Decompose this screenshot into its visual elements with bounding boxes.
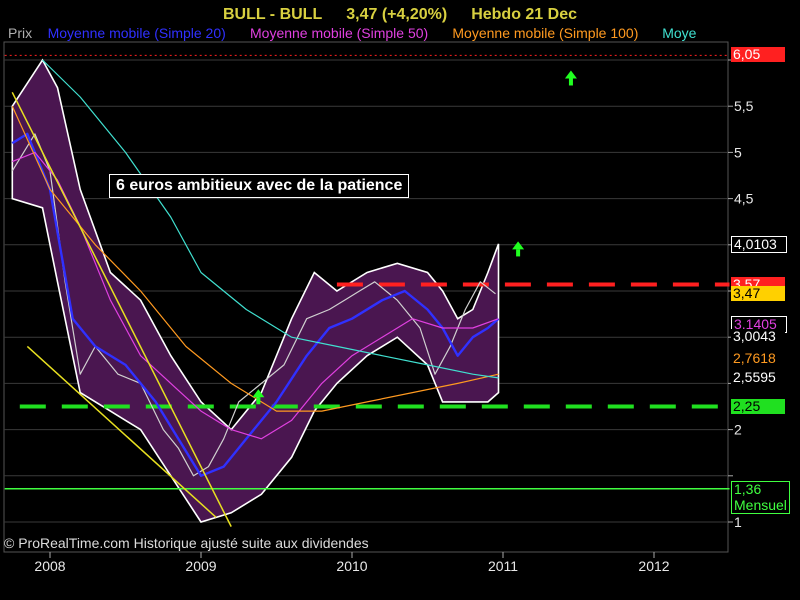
y-tick-label: 2 (734, 422, 742, 438)
legend-entry: Moyenne mobile (Simple 50) (250, 25, 428, 41)
chart-title: BULL - BULL 3,47 (+4,20%) Hebdo 21 Dec (223, 6, 577, 23)
legend-entry: Moyenne mobile (Simple 100) (452, 25, 638, 41)
chart-canvas: 1 2 4,5 5 5,5 2008 2009 2010 2011 2012 BULL - BULL… (3, 6, 754, 574)
y-tick-label: 4,5 (734, 191, 754, 207)
title-part: 3,47 (+4,20%) (346, 6, 447, 23)
legend-entry: Moyenne mobile (Simple 20) (48, 25, 226, 41)
up-arrow-stem (568, 78, 573, 86)
price-label: 2,25 (731, 398, 785, 414)
x-tick-label: 2012 (638, 558, 669, 574)
x-tick-label: 2011 (488, 558, 518, 574)
up-arrow-stem (516, 249, 521, 257)
annotation-box: 6 euros ambitieux avec de la patience (109, 174, 410, 198)
price-label: 6,05 (731, 47, 785, 63)
y-tick-label: 5 (734, 144, 742, 160)
y-tick-label: 5,5 (734, 98, 754, 114)
price-label: 1,36 Mensuel (731, 480, 790, 514)
title-part: Hebdo 21 Dec (471, 6, 577, 23)
price-label: 3,0043 (731, 329, 785, 345)
price-label: 2,7618 (731, 351, 785, 367)
copyright-text: © ProRealTime.com Historique ajusté suit… (4, 535, 369, 551)
x-tick-label: 2009 (185, 558, 216, 574)
chart-root: 1 2 4,5 5 5,5 2008 2009 2010 2011 2012 BULL - BULL… (0, 0, 800, 600)
x-tick-label: 2008 (34, 558, 65, 574)
title-part: BULL - BULL (223, 6, 322, 23)
legend-entry: Prix (8, 25, 32, 41)
x-tick-label: 2010 (336, 558, 367, 574)
mensuel-label: Mensuel (734, 496, 787, 513)
legend-entry: Moye (662, 25, 696, 41)
price-label: 4,0103 (731, 235, 787, 253)
y-tick-label: 1 (734, 514, 742, 530)
price-label: 2,5595 (731, 369, 785, 385)
price-label: 3,47 (731, 285, 785, 301)
up-arrow-stem (256, 397, 261, 405)
